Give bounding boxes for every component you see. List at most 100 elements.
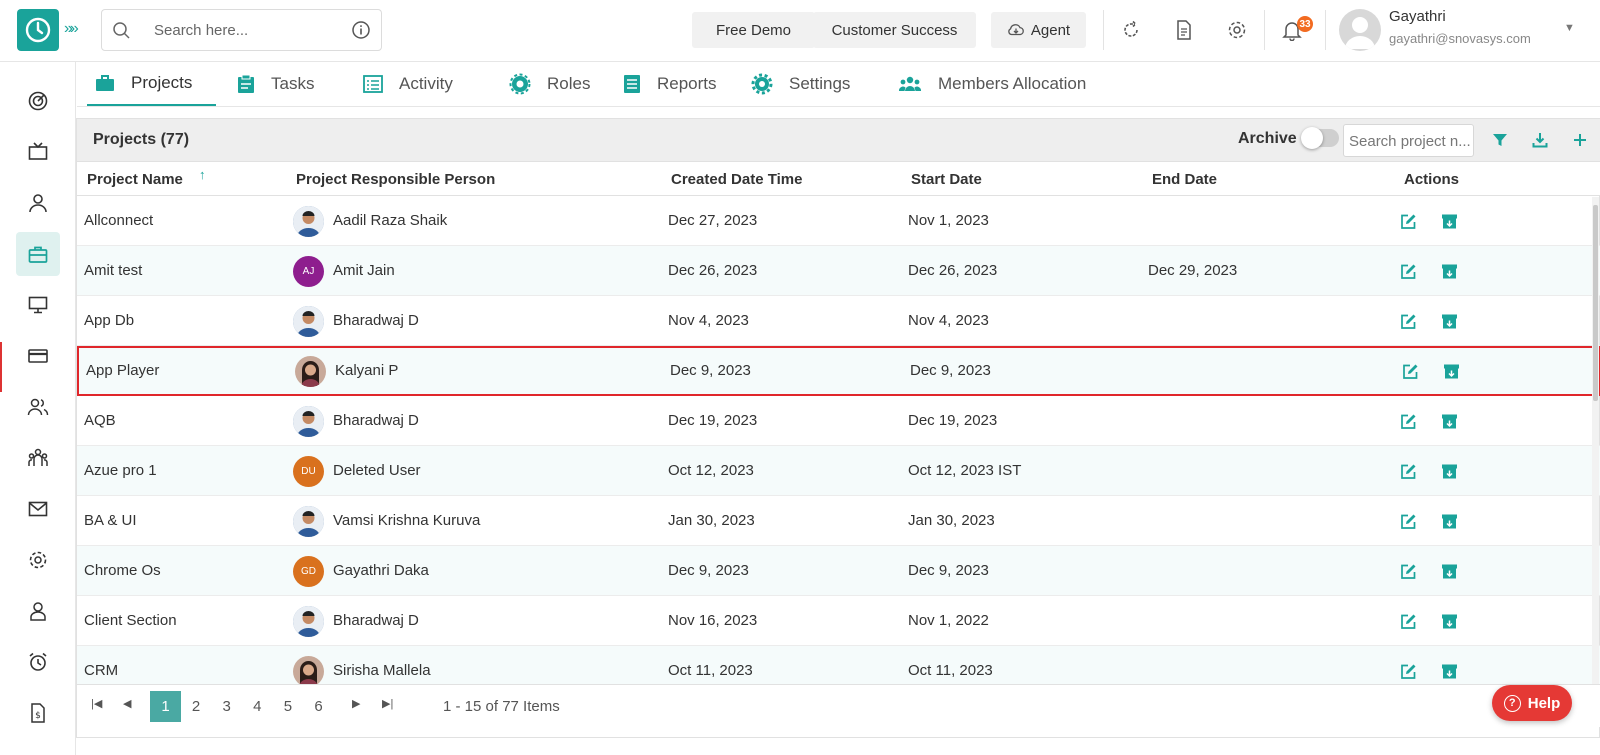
archive-icon[interactable] [1440,462,1458,480]
project-name-cell[interactable]: App Player [86,362,159,379]
refresh-icon[interactable] [1118,17,1144,43]
gear-icon [29,551,47,569]
project-name-cell[interactable]: BA & UI [84,512,137,529]
settings-gear-icon[interactable] [1224,17,1250,43]
page-5-button[interactable]: 5 [272,691,303,722]
chevron-down-icon[interactable]: ▼ [1564,22,1575,34]
edit-icon[interactable] [1399,412,1417,430]
project-name-cell[interactable]: Allconnect [84,212,153,229]
last-page-icon[interactable]: ▶| [382,697,393,710]
free-demo-button[interactable]: Free Demo [692,12,815,48]
archive-icon[interactable] [1440,612,1458,630]
sidebar-item-mail[interactable] [16,487,60,531]
column-start-date[interactable]: Start Date [911,171,982,188]
edit-icon[interactable] [1399,262,1417,280]
sidebar-item-tv[interactable] [16,130,60,174]
table-row[interactable]: App Player Kalyani P Dec 9, 2023 Dec 9, 202… [77,346,1600,396]
archive-icon[interactable] [1440,262,1458,280]
info-icon[interactable] [351,20,371,40]
project-name-cell[interactable]: Amit test [84,262,142,279]
document-icon[interactable] [1171,17,1197,43]
tab-reports[interactable]: Reports [623,62,717,106]
user-name[interactable]: Gayathri [1389,8,1446,25]
column-project-name[interactable]: Project Name [87,171,183,188]
sidebar-item-projects[interactable] [16,232,60,276]
next-page-icon[interactable]: ▶ [352,697,360,710]
sidebar-item-team[interactable] [16,436,60,480]
archive-icon[interactable] [1440,562,1458,580]
edit-icon[interactable] [1399,312,1417,330]
sidebar-item-billing[interactable] [16,334,60,378]
prev-page-icon[interactable]: ◀ [123,697,131,710]
global-search-box[interactable]: Search here... [101,9,382,51]
page-3-button[interactable]: 3 [211,691,242,722]
page-6-button[interactable]: 6 [303,691,334,722]
sidebar-item-expenses[interactable]: $ [16,691,60,735]
tab-settings[interactable]: Settings [751,62,850,106]
table-row[interactable]: Allconnect Aadil Raza Shaik Dec 27, 2023 No… [77,196,1600,246]
project-name-cell[interactable]: Client Section [84,612,177,629]
help-button[interactable]: ? Help [1492,685,1572,721]
page-4-button[interactable]: 4 [242,691,273,722]
edit-icon[interactable] [1399,512,1417,530]
first-page-icon[interactable]: |◀ [91,697,102,710]
edit-icon[interactable] [1399,562,1417,580]
archive-icon[interactable] [1440,212,1458,230]
table-row[interactable]: Amit test AJ Amit Jain Dec 26, 2023 Dec 26, … [77,246,1600,296]
sidebar-item-users[interactable] [16,385,60,429]
agent-button[interactable]: Agent [991,12,1086,48]
archive-icon[interactable] [1442,362,1460,380]
project-name-cell[interactable]: Azue pro 1 [84,462,157,479]
sort-ascending-icon[interactable]: ↑ [199,167,206,182]
user-icon [29,194,47,213]
tab-roles[interactable]: Roles [509,62,590,106]
table-row[interactable]: Chrome Os GD Gayathri Daka Dec 9, 2023 Dec 9… [77,546,1600,596]
sidebar-item-timesheet[interactable] [16,640,60,684]
customer-success-button[interactable]: Customer Success [813,12,976,48]
tab-members-allocation[interactable]: Members Allocation [898,62,1086,106]
project-search-input[interactable]: Search project n... [1343,124,1474,157]
edit-icon[interactable] [1399,212,1417,230]
download-icon[interactable] [1529,129,1551,151]
sidebar-item-settings[interactable] [16,538,60,582]
archive-icon[interactable] [1440,312,1458,330]
page-1-button[interactable]: 1 [150,691,181,722]
user-avatar[interactable] [1339,9,1381,51]
table-row[interactable]: App Db Bharadwaj D Nov 4, 2023 Nov 4, 2023 [77,296,1600,346]
archive-toggle[interactable] [1301,127,1339,149]
tab-projects[interactable]: Projects [87,62,216,106]
edit-icon[interactable] [1399,462,1417,480]
project-name-cell[interactable]: App Db [84,312,134,329]
project-name-cell[interactable]: Chrome Os [84,562,161,579]
expand-sidebar-icon[interactable]: »» [64,20,79,38]
archive-icon[interactable] [1440,412,1458,430]
app-logo[interactable] [17,9,59,51]
column-created-date[interactable]: Created Date Time [671,171,802,188]
column-end-date[interactable]: End Date [1152,171,1217,188]
edit-icon[interactable] [1401,362,1419,380]
edit-icon[interactable] [1399,662,1417,680]
archive-icon[interactable] [1440,662,1458,680]
column-responsible-person[interactable]: Project Responsible Person [296,171,495,188]
column-actions: Actions [1404,171,1460,188]
table-row[interactable]: AQB Bharadwaj D Dec 19, 2023 Dec 19, 2023 [77,396,1600,446]
project-name-cell[interactable]: AQB [84,412,116,429]
filter-icon[interactable] [1489,129,1511,151]
table-row[interactable]: BA & UI Vamsi Krishna Kuruva Jan 30, 2023 J… [77,496,1600,546]
edit-icon[interactable] [1399,612,1417,630]
sidebar-item-profile[interactable] [16,181,60,225]
tab-activity[interactable]: Activity [363,62,453,106]
table-row[interactable]: Azue pro 1 DU Deleted User Oct 12, 2023 Oct … [77,446,1600,496]
tab-tasks[interactable]: Tasks [237,62,314,106]
sidebar-item-monitor[interactable] [16,283,60,327]
scrollbar-thumb[interactable] [1593,205,1598,401]
archive-icon[interactable] [1440,512,1458,530]
add-project-icon[interactable] [1569,129,1591,151]
search-input[interactable]: Search here... [154,22,248,39]
sidebar-item-dashboard[interactable] [16,79,60,123]
sidebar-item-employee[interactable] [16,589,60,633]
table-row[interactable]: Client Section Bharadwaj D Nov 16, 2023 Nov… [77,596,1600,646]
project-name-cell[interactable]: CRM [84,662,118,679]
team-icon [28,448,48,466]
page-2-button[interactable]: 2 [181,691,212,722]
